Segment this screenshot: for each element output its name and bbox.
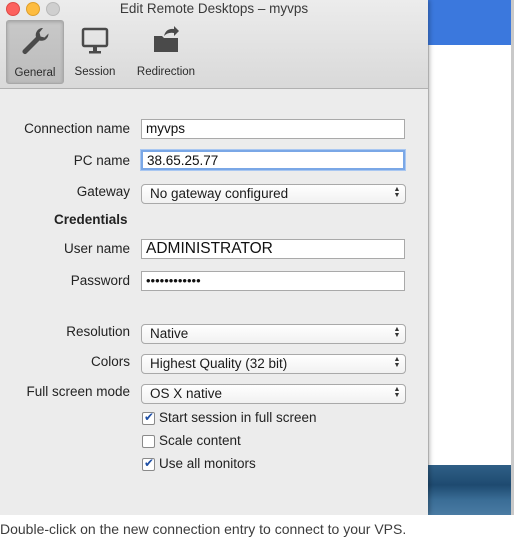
colors-label: Colors xyxy=(90,354,130,369)
pc-name-label: PC name xyxy=(73,153,130,168)
tab-redirection-label: Redirection xyxy=(136,66,196,78)
colors-select[interactable]: Highest Quality (32 bit) ▲ ▼ xyxy=(141,354,406,374)
password-label: Password xyxy=(70,273,130,288)
instruction-caption-area: Double-click on the new connection entry… xyxy=(0,515,514,544)
scale-content-label: Scale content xyxy=(159,433,241,448)
chevron-updown-icon: ▲ ▼ xyxy=(393,186,401,199)
credentials-heading: Credentials xyxy=(54,212,128,227)
connection-name-label: Connection name xyxy=(24,121,130,136)
full-screen-mode-select-value: OS X native xyxy=(150,386,223,401)
user-name-label: User name xyxy=(63,241,130,256)
tab-session-label: Session xyxy=(74,66,116,78)
start-fullscreen-label: Start session in full screen xyxy=(159,410,317,425)
zoom-button[interactable] xyxy=(46,2,60,16)
chevron-updown-icon: ▲ ▼ xyxy=(393,356,401,369)
monitor-icon xyxy=(81,27,109,54)
tab-general-label: General xyxy=(14,67,56,79)
use-all-monitors-checkbox[interactable] xyxy=(142,456,155,471)
gateway-select-value: No gateway configured xyxy=(150,186,289,201)
chevron-updown-icon: ▲ ▼ xyxy=(393,386,401,399)
resolution-select[interactable]: Native ▲ ▼ xyxy=(141,324,406,344)
tab-general[interactable]: General xyxy=(6,20,64,84)
background-panel xyxy=(428,45,512,465)
background-wallpaper xyxy=(428,465,511,515)
window-title: Edit Remote Desktops – myvps xyxy=(119,1,309,16)
gateway-select[interactable]: No gateway configured ▲ ▼ xyxy=(141,184,406,204)
gateway-label: Gateway xyxy=(76,184,130,199)
close-button[interactable] xyxy=(6,2,20,16)
scale-content-checkbox[interactable] xyxy=(142,435,155,448)
full-screen-mode-label: Full screen mode xyxy=(26,384,130,399)
use-all-monitors-label: Use all monitors xyxy=(159,456,256,471)
background-blue-bar xyxy=(428,0,511,45)
tab-redirection[interactable]: Redirection xyxy=(130,20,202,82)
pc-name-field[interactable]: 38.65.25.77 xyxy=(141,150,405,170)
instruction-caption: Double-click on the new connection entry… xyxy=(0,521,407,537)
title-bar: Edit Remote Desktops – myvps General Ses… xyxy=(0,0,428,89)
chevron-updown-icon: ▲ ▼ xyxy=(393,326,401,339)
start-fullscreen-checkbox[interactable] xyxy=(142,410,155,425)
user-name-field[interactable]: ADMINISTRATOR xyxy=(141,239,405,259)
resolution-label: Resolution xyxy=(66,324,130,339)
password-field[interactable]: •••••••••••• xyxy=(141,271,405,291)
full-screen-mode-select[interactable]: OS X native ▲ ▼ xyxy=(141,384,406,404)
minimize-button[interactable] xyxy=(26,2,40,16)
tab-session[interactable]: Session xyxy=(68,20,122,82)
resolution-select-value: Native xyxy=(150,326,189,341)
folder-arrow-icon xyxy=(154,26,179,52)
wrench-icon xyxy=(22,27,49,55)
connection-name-field[interactable]: myvps xyxy=(141,119,405,139)
colors-select-value: Highest Quality (32 bit) xyxy=(150,356,288,371)
edit-remote-desktops-window: Edit Remote Desktops – myvps General Ses… xyxy=(0,0,428,515)
